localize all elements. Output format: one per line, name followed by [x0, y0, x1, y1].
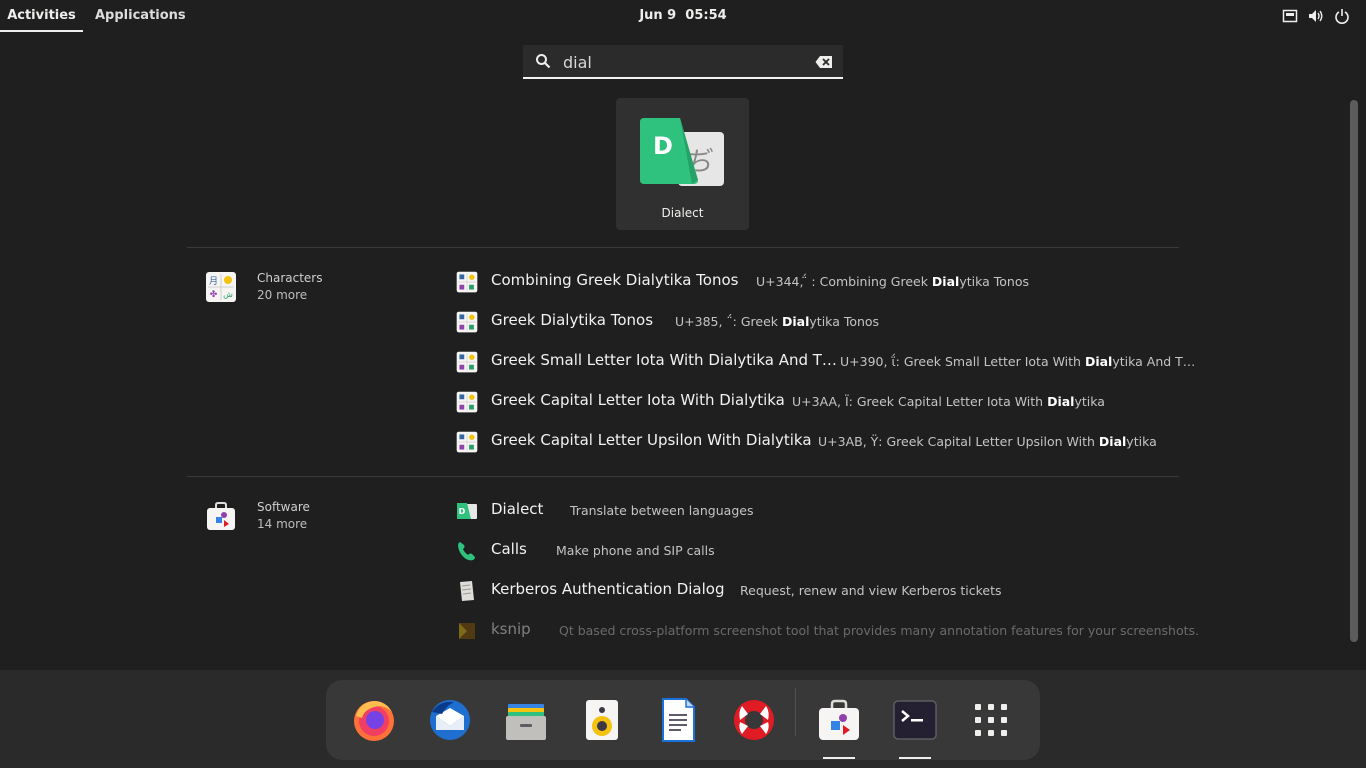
applications-menu-button[interactable]: Applications	[95, 0, 186, 32]
dock-separator	[795, 688, 796, 736]
characters-app-icon	[456, 391, 478, 413]
character-result[interactable]: Greek Capital Letter Upsilon With Dialyt…	[456, 427, 1176, 455]
writer-icon[interactable]	[654, 696, 702, 744]
software-app-icon	[207, 502, 235, 530]
result-title: Calls	[491, 540, 527, 558]
separator	[187, 476, 1179, 477]
result-title: Greek Capital Letter Iota With Dialytika	[491, 391, 785, 409]
app-result-dialect[interactable]: ぢ D Dialect	[616, 98, 749, 230]
provider-name: Characters	[257, 271, 323, 285]
software-result[interactable]: Kerberos Authentication Dialog Request, …	[456, 576, 1176, 604]
app-result-label: Dialect	[661, 206, 704, 220]
result-title: Kerberos Authentication Dialog	[491, 580, 725, 598]
firefox-icon[interactable]	[350, 696, 398, 744]
character-result[interactable]: Greek Capital Letter Iota With Dialytika…	[456, 387, 1176, 415]
svg-text:月: 月	[209, 276, 218, 287]
clock-time: 05:54	[685, 8, 727, 23]
result-title: Dialect	[491, 500, 544, 518]
software-result[interactable]: ksnip Qt based cross-platform screenshot…	[456, 616, 1199, 644]
dialect-icon: ぢ D	[640, 118, 724, 186]
result-title: ksnip	[491, 620, 531, 638]
dash	[326, 680, 1040, 760]
network-wired-icon[interactable]	[1282, 8, 1298, 24]
software-result[interactable]: Calls Make phone and SIP calls	[456, 536, 1176, 564]
result-description: U+3AA, Ϊ: Greek Capital Letter Iota With…	[792, 394, 1105, 409]
result-description: U+344, ̈́ : Combining Greek Dialytika To…	[756, 274, 1029, 289]
show-apps-grid-icon[interactable]	[967, 696, 1015, 744]
clock-button[interactable]: Jun 9 05:54	[0, 0, 1366, 32]
running-indicator	[823, 757, 855, 759]
result-description: Request, renew and view Kerberos tickets	[740, 583, 1002, 598]
result-title: Combining Greek Dialytika Tonos	[491, 271, 739, 289]
result-description: Translate between languages	[570, 503, 754, 518]
provider-more-count: 20 more	[257, 288, 308, 302]
help-icon[interactable]	[730, 696, 778, 744]
activities-button[interactable]: Activities	[0, 0, 83, 32]
characters-app-icon	[456, 271, 478, 293]
result-description: U+385, ΅: Greek Dialytika Tonos	[675, 314, 880, 329]
svg-text:ش: ش	[223, 290, 233, 299]
search-icon	[536, 54, 551, 69]
result-description: U+390, ΐ: Greek Small Letter Iota With D…	[840, 354, 1196, 369]
software-icon[interactable]	[815, 696, 863, 744]
top-bar: Jun 9 05:54 Activities Applications	[0, 0, 1366, 32]
thunderbird-icon[interactable]	[426, 696, 474, 744]
character-result[interactable]: Greek Dialytika Tonos U+385, ΅: Greek Di…	[456, 307, 1176, 335]
characters-app-icon	[456, 351, 478, 373]
volume-icon[interactable]	[1308, 8, 1324, 24]
search-input[interactable]	[563, 49, 803, 75]
search-entry[interactable]	[523, 45, 843, 79]
power-icon[interactable]	[1334, 8, 1350, 24]
characters-app-icon	[456, 311, 478, 333]
results-scrollbar[interactable]	[1350, 100, 1358, 642]
characters-app-icon	[456, 431, 478, 453]
clock-date: Jun 9	[639, 8, 677, 23]
running-indicator	[899, 757, 931, 759]
result-title: Greek Capital Letter Upsilon With Dialyt…	[491, 431, 812, 449]
provider-more-count: 14 more	[257, 517, 308, 531]
phone-icon	[458, 542, 475, 561]
character-result[interactable]: Greek Small Letter Iota With Dialytika A…	[456, 347, 1195, 375]
rhythmbox-icon[interactable]	[578, 696, 626, 744]
dialect-icon: D	[457, 503, 477, 519]
files-icon[interactable]	[502, 696, 550, 744]
characters-app-icon: 月 ✤ ش	[206, 272, 236, 302]
result-description: Make phone and SIP calls	[556, 543, 715, 558]
svg-text:D: D	[653, 132, 673, 160]
software-result[interactable]: D Dialect Translate between languages	[456, 496, 1176, 524]
ksnip-icon	[459, 623, 475, 639]
character-result[interactable]: Combining Greek Dialytika Tonos U+344, ̈…	[456, 267, 1176, 295]
svg-text:D: D	[459, 507, 466, 516]
kerberos-ticket-icon	[460, 581, 474, 601]
terminal-icon[interactable]	[891, 696, 939, 744]
provider-name: Software	[257, 500, 310, 514]
result-description: U+3AB, Ϋ: Greek Capital Letter Upsilon W…	[818, 434, 1157, 449]
result-title: Greek Small Letter Iota With Dialytika A…	[491, 351, 837, 369]
svg-text:✤: ✤	[210, 290, 218, 300]
result-title: Greek Dialytika Tonos	[491, 311, 654, 329]
result-description: Qt based cross-platform screenshot tool …	[559, 623, 1200, 638]
clear-search-icon[interactable]	[815, 55, 833, 69]
separator	[187, 247, 1179, 248]
